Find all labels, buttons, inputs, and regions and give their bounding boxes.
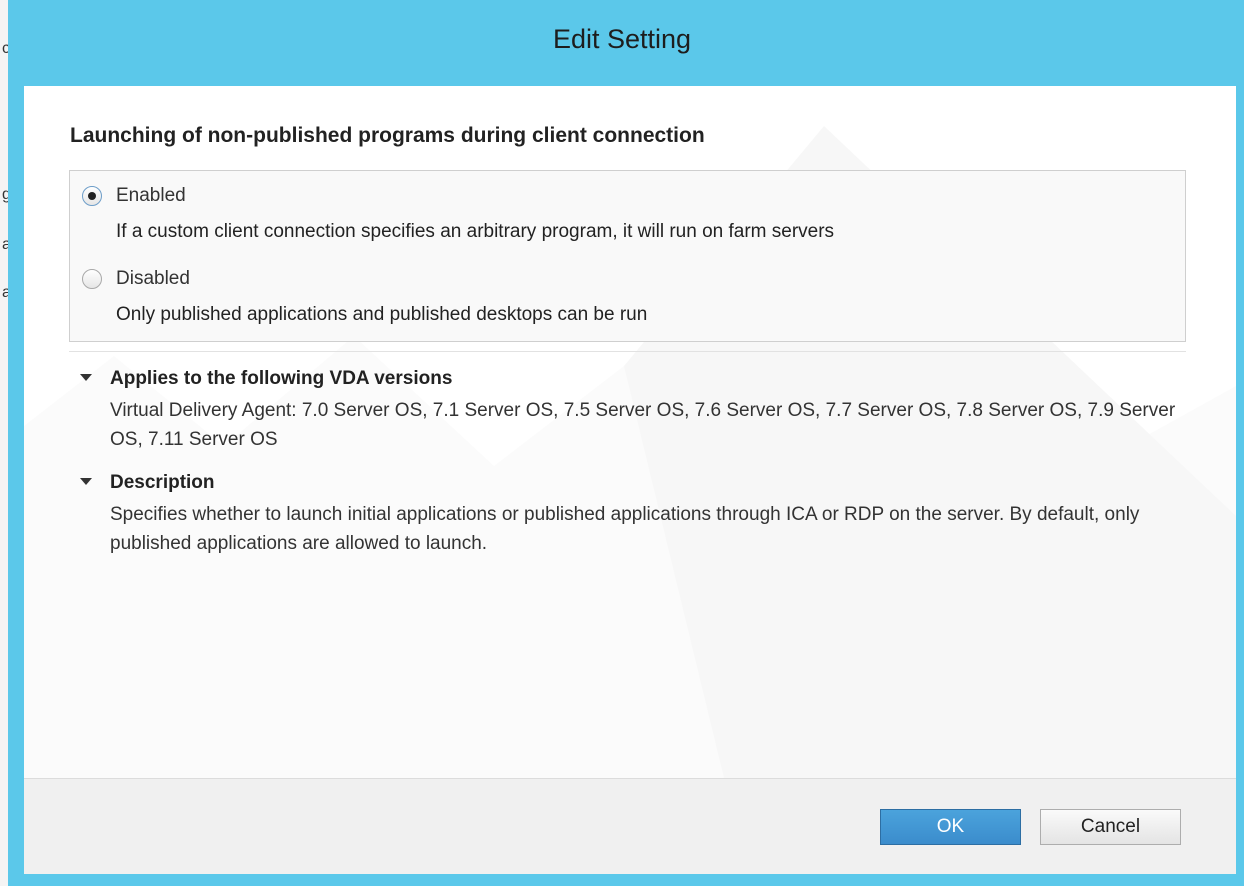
description-text: Specifies whether to launch initial appl…: [110, 504, 1140, 554]
section-divider: [69, 351, 1186, 352]
edit-setting-dialog: Edit Setting Launching of non-published …: [8, 0, 1244, 886]
vda-versions-text: Virtual Delivery Agent: 7.0 Server OS, 7…: [110, 400, 1176, 450]
vda-versions-heading[interactable]: Applies to the following VDA versions: [110, 368, 452, 390]
setting-options-group: Enabled If a custom client connection sp…: [69, 170, 1186, 342]
dialog-footer: OK Cancel: [24, 778, 1236, 874]
disabled-radio[interactable]: [82, 269, 102, 289]
disabled-description: Only published applications and publishe…: [116, 304, 648, 325]
enabled-description: If a custom client connection specifies …: [116, 221, 835, 242]
expand-arrow-icon[interactable]: [80, 374, 92, 381]
description-heading[interactable]: Description: [110, 472, 215, 494]
dialog-title: Edit Setting: [552, 24, 692, 54]
expand-arrow-icon[interactable]: [80, 478, 92, 485]
ok-button[interactable]: OK: [880, 809, 1021, 845]
setting-name-heading: Launching of non-published programs duri…: [70, 124, 705, 147]
disabled-label[interactable]: Disabled: [116, 268, 190, 290]
enabled-label[interactable]: Enabled: [116, 185, 186, 207]
dialog-content: Launching of non-published programs duri…: [24, 86, 1236, 778]
enabled-radio[interactable]: [82, 186, 102, 206]
dialog-title-bar[interactable]: Edit Setting: [8, 0, 1236, 86]
cancel-button[interactable]: Cancel: [1040, 809, 1181, 845]
